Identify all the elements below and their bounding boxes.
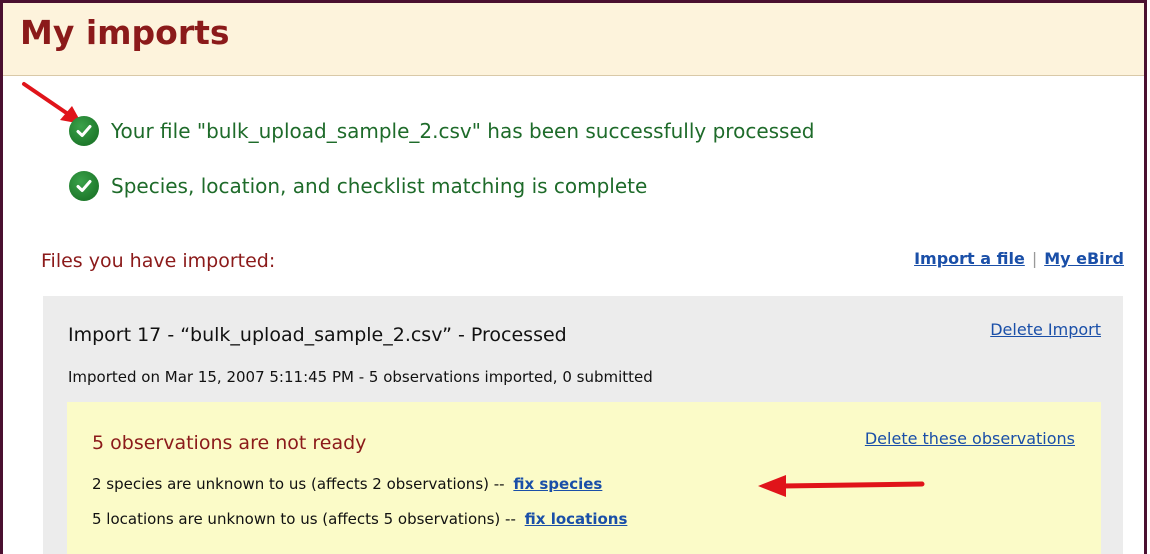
import-meta: Imported on Mar 15, 2007 5:11:45 PM - 5 …	[68, 368, 653, 386]
status-line-processed: Your file "bulk_upload_sample_2.csv" has…	[69, 116, 814, 146]
fix-species-link[interactable]: fix species	[513, 475, 602, 493]
status-text: Species, location, and checklist matchin…	[111, 174, 648, 198]
link-separator: |	[1031, 249, 1038, 268]
import-title: Import 17 - “bulk_upload_sample_2.csv” -…	[68, 324, 567, 346]
delete-observations-link[interactable]: Delete these observations	[865, 429, 1075, 448]
locations-issue-text: 5 locations are unknown to us (affects 5…	[92, 510, 516, 528]
my-ebird-link[interactable]: My eBird	[1044, 249, 1124, 268]
import-file-link[interactable]: Import a file	[914, 249, 1025, 268]
not-ready-panel: 5 observations are not ready Delete thes…	[67, 402, 1101, 554]
status-text: Your file "bulk_upload_sample_2.csv" has…	[111, 119, 815, 143]
files-heading: Files you have imported:	[41, 250, 276, 272]
page-header: My imports	[3, 3, 1144, 76]
fix-locations-link[interactable]: fix locations	[525, 510, 628, 528]
annotation-arrow-icon	[758, 475, 925, 497]
page-title: My imports	[20, 13, 230, 52]
top-links: Import a file | My eBird	[914, 249, 1124, 268]
check-circle-icon	[69, 116, 99, 146]
status-line-matching: Species, location, and checklist matchin…	[69, 171, 647, 201]
import-card: Import 17 - “bulk_upload_sample_2.csv” -…	[43, 296, 1123, 554]
check-circle-icon	[69, 171, 99, 201]
locations-issue: 5 locations are unknown to us (affects 5…	[92, 510, 627, 528]
species-issue: 2 species are unknown to us (affects 2 o…	[92, 475, 602, 493]
species-issue-text: 2 species are unknown to us (affects 2 o…	[92, 475, 505, 493]
delete-import-link[interactable]: Delete Import	[990, 320, 1101, 339]
not-ready-title: 5 observations are not ready	[92, 432, 367, 454]
